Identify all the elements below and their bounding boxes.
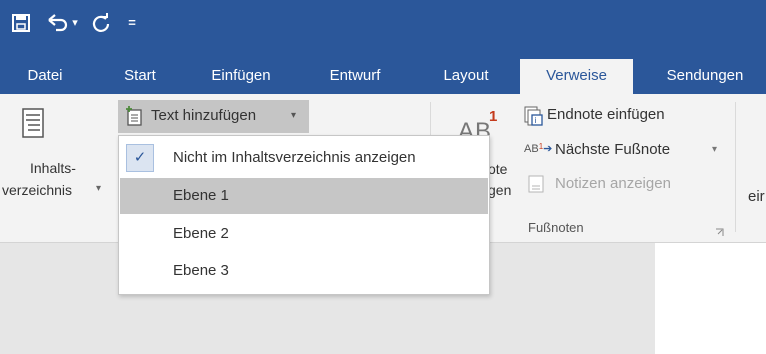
naechste-fussnote-button[interactable]: AB1➔ Nächste Fußnote ▾	[522, 136, 722, 162]
footnote-label-partial-2: gen	[488, 182, 512, 198]
text-hinzufuegen-button[interactable]: Text hinzufügen ▾	[118, 100, 309, 133]
menu-item-label: Ebene 1	[173, 187, 229, 204]
naechste-fussnote-arrow[interactable]: ▾	[712, 144, 717, 155]
add-text-icon	[126, 106, 142, 126]
next-group-partial-label: eir	[748, 188, 765, 205]
text-hinzufuegen-label: Text hinzufügen	[151, 107, 257, 124]
toc-button[interactable]: Inhalts- verzeichnis ▾	[0, 102, 116, 212]
svg-text:i: i	[535, 116, 537, 125]
tab-einfuegen[interactable]: Einfügen	[197, 57, 285, 94]
footnote-superscript: 1	[489, 108, 498, 125]
checkmark-icon: ✓	[126, 144, 154, 172]
notizen-anzeigen-label: Notizen anzeigen	[555, 175, 671, 192]
toc-label-line1: Inhalts-	[30, 160, 76, 176]
tab-entwurf[interactable]: Entwurf	[315, 57, 395, 94]
group-separator	[735, 102, 736, 232]
next-footnote-icon: AB1➔	[524, 142, 553, 155]
toc-label-line2: verzeichnis	[2, 182, 73, 198]
save-icon[interactable]	[8, 10, 34, 36]
footnote-label-partial-1: ote	[488, 161, 508, 177]
tab-layout[interactable]: Layout	[428, 57, 504, 94]
dialog-launcher-icon[interactable]	[715, 224, 724, 236]
endnote-einfuegen-button[interactable]: i Endnote einfügen	[522, 102, 722, 128]
ribbon-tab-bar: Datei Start Einfügen Entwurf Layout Verw…	[0, 57, 766, 94]
naechste-fussnote-label: Nächste Fußnote	[555, 141, 671, 158]
text-hinzufuegen-arrow: ▾	[291, 110, 297, 121]
endnote-label: Endnote einfügen	[547, 106, 665, 123]
title-bar: ▾ =	[0, 0, 766, 57]
redo-icon[interactable]	[88, 10, 114, 36]
toc-dropdown-arrow: ▾	[96, 183, 102, 194]
menu-item-ebene-2[interactable]: Ebene 2	[120, 216, 488, 252]
show-notes-icon	[528, 175, 544, 193]
tab-sendungen[interactable]: Sendungen	[650, 57, 760, 94]
tab-datei[interactable]: Datei	[0, 57, 90, 94]
tab-verweise[interactable]: Verweise	[520, 59, 633, 94]
document-page[interactable]	[655, 243, 766, 354]
menu-item-ebene-1[interactable]: Ebene 1	[120, 178, 488, 214]
menu-item-label: Ebene 2	[173, 225, 229, 242]
menu-item-label: Nicht im Inhaltsverzeichnis anzeigen	[173, 149, 416, 166]
undo-dropdown-arrow[interactable]: ▾	[68, 10, 82, 36]
text-hinzufuegen-menu: ✓ Nicht im Inhaltsverzeichnis anzeigen E…	[118, 135, 490, 295]
menu-item-label: Ebene 3	[173, 262, 229, 279]
customize-qat-icon[interactable]: =	[122, 10, 142, 36]
endnote-icon: i	[524, 106, 543, 126]
notizen-anzeigen-button[interactable]: Notizen anzeigen	[522, 170, 722, 196]
menu-item-ebene-3[interactable]: Ebene 3	[120, 253, 488, 289]
menu-item-nicht-im-inhaltsverzeichnis[interactable]: ✓ Nicht im Inhaltsverzeichnis anzeigen	[120, 140, 488, 176]
tab-start[interactable]: Start	[105, 57, 175, 94]
fussnoten-group-label: Fußnoten	[528, 220, 584, 235]
toc-icon	[22, 108, 44, 138]
